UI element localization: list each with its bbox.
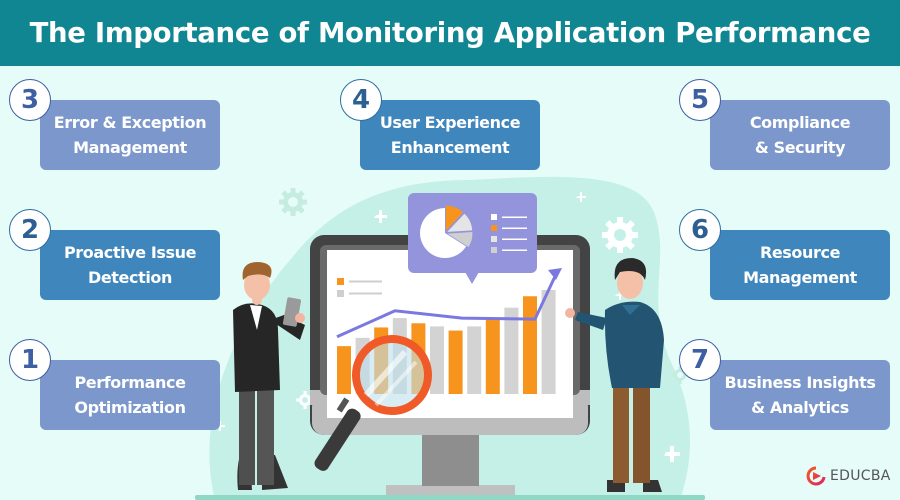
gear-icon bbox=[279, 188, 307, 216]
legend-swatch bbox=[491, 247, 497, 253]
card-error-exception-management: Error & Exception Management bbox=[40, 100, 220, 170]
card-business-insights-analytics: Business Insights & Analytics bbox=[710, 360, 890, 430]
legend-swatch bbox=[491, 225, 497, 231]
legend-swatch bbox=[491, 214, 497, 220]
gear-icon bbox=[602, 217, 638, 253]
card-label-line2: Enhancement bbox=[390, 138, 510, 157]
number-badge: 5 bbox=[679, 79, 721, 121]
legend-line bbox=[502, 249, 527, 251]
card-label-line2: Detection bbox=[87, 268, 173, 287]
bar-gray bbox=[430, 326, 444, 394]
bar-gray bbox=[541, 290, 556, 394]
educba-logo-icon bbox=[806, 466, 826, 486]
card-label-line2: Optimization bbox=[74, 398, 186, 417]
legend-line bbox=[502, 238, 527, 240]
pie-chart-bubble bbox=[408, 193, 537, 284]
card-label-line1: Resource bbox=[759, 243, 841, 262]
bar-gray bbox=[467, 326, 482, 394]
card-proactive-issue-detection: Proactive Issue Detection bbox=[40, 230, 220, 300]
card-label-line2: & Security bbox=[754, 138, 846, 157]
card-label-line2: & Analytics bbox=[751, 398, 849, 417]
educba-logo[interactable]: EDUCBA bbox=[806, 466, 891, 486]
number-badge: 3 bbox=[9, 79, 51, 121]
card-resource-management: Resource Management bbox=[710, 230, 890, 300]
card-label-line2: Management bbox=[73, 138, 187, 157]
bar-orange bbox=[448, 330, 463, 394]
number-badge: 1 bbox=[9, 339, 51, 381]
card-user-experience-enhancement: User Experience Enhancement bbox=[360, 100, 540, 170]
legend-line bbox=[502, 216, 527, 218]
card-label-line1: Compliance bbox=[749, 113, 851, 132]
number-badge: 4 bbox=[340, 79, 382, 121]
card-label-line1: Error & Exception bbox=[53, 113, 207, 132]
number-badge: 7 bbox=[679, 339, 721, 381]
legend-line bbox=[502, 227, 527, 229]
number-badge: 2 bbox=[9, 209, 51, 251]
ground-line bbox=[195, 495, 705, 500]
legend-swatch bbox=[491, 236, 497, 242]
card-label-line2: Management bbox=[743, 268, 857, 287]
bar-orange bbox=[523, 296, 537, 394]
monitor-stand-base bbox=[386, 485, 515, 495]
card-compliance-security: Compliance & Security bbox=[710, 100, 890, 170]
bar-gray bbox=[504, 307, 519, 394]
card-label-line1: Performance bbox=[74, 373, 186, 392]
card-label-line1: Proactive Issue bbox=[63, 243, 197, 262]
monitor-stand-neck bbox=[422, 430, 479, 486]
bar-orange bbox=[485, 318, 500, 394]
number-badge: 6 bbox=[679, 209, 721, 251]
logo-text: EDUCBA bbox=[830, 468, 891, 484]
bar-orange bbox=[337, 346, 351, 394]
card-label-line1: Business Insights bbox=[724, 373, 876, 392]
card-performance-optimization: Performance Optimization bbox=[40, 360, 220, 430]
card-label-line1: User Experience bbox=[379, 113, 521, 132]
